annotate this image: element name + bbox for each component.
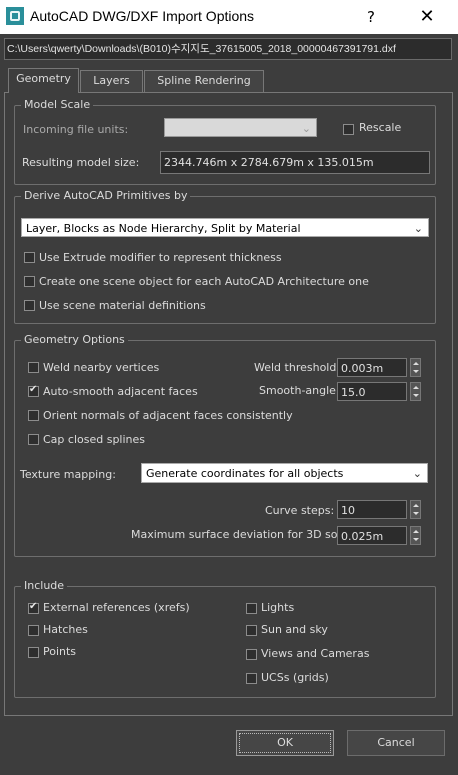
chevron-down-icon: ⌄: [412, 467, 422, 480]
include-title: Include: [21, 579, 68, 592]
lights-checkbox[interactable]: [246, 603, 257, 614]
tab-layers[interactable]: Layers: [80, 70, 143, 92]
title-bar: AutoCAD DWG/DXF Import Options ? ✕: [0, 0, 458, 34]
max-deviation-input[interactable]: 0.025m: [337, 526, 407, 545]
smooth-angle-label: Smooth-angle:: [259, 384, 340, 397]
views-cameras-label: Views and Cameras: [261, 647, 370, 660]
resulting-size-field: 2344.746m x 2784.679m x 135.015m: [160, 151, 430, 174]
curve-steps-input[interactable]: 10: [337, 500, 407, 519]
close-button[interactable]: ✕: [412, 6, 442, 28]
curve-steps-spinner[interactable]: [410, 500, 421, 519]
one-scene-object-label: Create one scene object for each AutoCAD…: [39, 275, 369, 288]
help-button[interactable]: ?: [356, 6, 386, 28]
orient-normals-label: Orient normals of adjacent faces consist…: [43, 409, 293, 422]
views-cameras-checkbox[interactable]: [246, 649, 257, 660]
rescale-label: Rescale: [359, 121, 402, 134]
chevron-down-icon: ⌄: [413, 222, 423, 235]
geometry-options-title: Geometry Options: [21, 333, 128, 346]
lights-label: Lights: [261, 601, 295, 614]
texture-mapping-label: Texture mapping:: [20, 468, 116, 481]
weld-vertices-checkbox[interactable]: [28, 362, 39, 373]
tab-spline-rendering[interactable]: Spline Rendering: [144, 70, 264, 92]
points-checkbox[interactable]: [28, 647, 39, 658]
smooth-angle-input[interactable]: 15.0: [337, 382, 407, 401]
extrude-modifier-label: Use Extrude modifier to represent thickn…: [39, 251, 282, 264]
cap-splines-checkbox[interactable]: [28, 434, 39, 445]
incoming-units-dropdown: ⌄: [164, 118, 317, 137]
texture-mapping-value: Generate coordinates for all objects: [146, 467, 344, 480]
weld-threshold-spinner[interactable]: [410, 358, 421, 377]
cap-splines-label: Cap closed splines: [43, 433, 146, 446]
points-label: Points: [43, 645, 77, 658]
derive-primitives-dropdown[interactable]: Layer, Blocks as Node Hierarchy, Split b…: [21, 218, 429, 237]
ok-button[interactable]: OK: [236, 730, 334, 756]
resulting-size-label: Resulting model size:: [22, 156, 140, 169]
window-title: AutoCAD DWG/DXF Import Options: [30, 8, 255, 24]
max-deviation-label: Maximum surface deviation for 3D solids:: [131, 528, 361, 541]
xrefs-label: External references (xrefs): [43, 601, 190, 614]
ucs-grids-label: UCSs (grids): [261, 671, 329, 684]
weld-threshold-input[interactable]: 0.003m: [337, 358, 407, 377]
hatches-label: Hatches: [43, 623, 88, 636]
extrude-modifier-checkbox[interactable]: [24, 252, 35, 263]
max-deviation-spinner[interactable]: [410, 526, 421, 545]
sun-sky-label: Sun and sky: [261, 623, 328, 636]
incoming-units-label: Incoming file units:: [23, 123, 129, 136]
curve-steps-label: Curve steps:: [265, 504, 335, 517]
model-scale-title: Model Scale: [21, 98, 94, 111]
file-path-field: C:\Users\qwerty\Downloads\(B010)수지지도_376…: [4, 38, 452, 60]
hatches-checkbox[interactable]: [28, 625, 39, 636]
cancel-button[interactable]: Cancel: [347, 730, 445, 756]
rescale-checkbox[interactable]: [343, 124, 354, 135]
ucs-grids-checkbox[interactable]: [246, 673, 257, 684]
weld-threshold-label: Weld threshold:: [254, 361, 341, 374]
auto-smooth-checkbox[interactable]: [28, 384, 39, 397]
auto-smooth-label: Auto-smooth adjacent faces: [43, 385, 198, 398]
autocad-app-icon: [6, 7, 24, 25]
scene-materials-label: Use scene material definitions: [39, 299, 206, 312]
tab-geometry[interactable]: Geometry: [8, 68, 79, 93]
one-scene-object-checkbox[interactable]: [24, 276, 35, 287]
scene-materials-checkbox[interactable]: [24, 300, 35, 311]
derive-primitives-title: Derive AutoCAD Primitives by: [21, 189, 191, 202]
xrefs-checkbox[interactable]: [28, 601, 39, 614]
smooth-angle-spinner[interactable]: [410, 382, 421, 401]
weld-vertices-label: Weld nearby vertices: [43, 361, 160, 374]
orient-normals-checkbox[interactable]: [28, 410, 39, 421]
chevron-down-icon: ⌄: [301, 122, 311, 135]
sun-sky-checkbox[interactable]: [246, 625, 257, 636]
texture-mapping-dropdown[interactable]: Generate coordinates for all objects ⌄: [141, 463, 428, 483]
derive-primitives-value: Layer, Blocks as Node Hierarchy, Split b…: [26, 222, 301, 235]
